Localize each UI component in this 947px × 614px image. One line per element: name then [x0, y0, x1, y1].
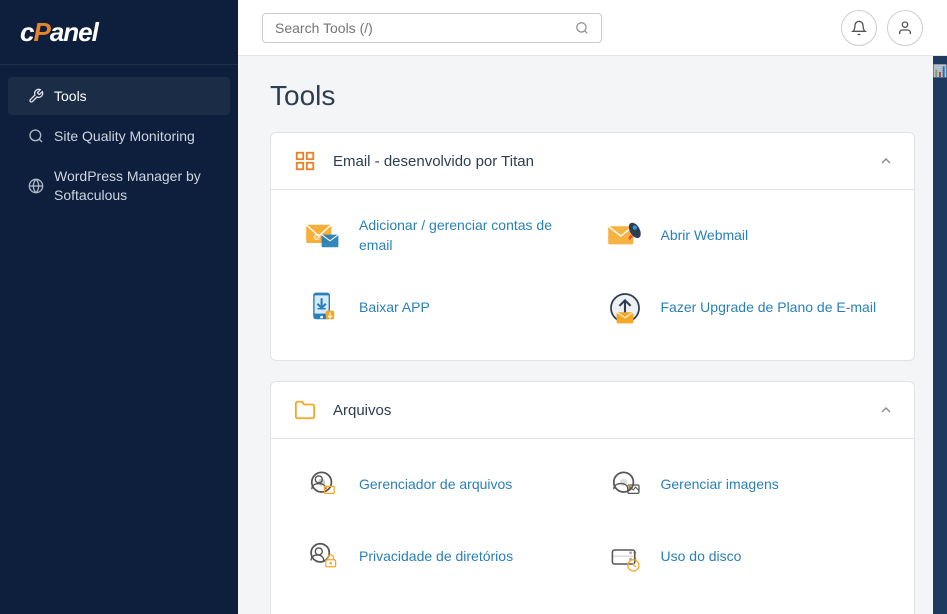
email-section-title: Email - desenvolvido por Titan: [333, 153, 534, 170]
email-section-toggle[interactable]: [878, 153, 894, 169]
arquivos-section-title: Arquivos: [333, 402, 391, 419]
add-email-icon: @: [301, 214, 345, 258]
logo-area: cPanel: [0, 0, 238, 65]
bar-chart-icon: 📊: [933, 64, 947, 78]
tool-add-email[interactable]: @ Adicionar / gerenciar contas de email: [291, 200, 593, 272]
arquivos-tools-grid: Gerenciador de arquivos: [271, 439, 914, 614]
search-bar[interactable]: [262, 13, 602, 43]
webmail-label: Abrir Webmail: [661, 226, 749, 246]
tool-images[interactable]: Gerenciar imagens: [593, 449, 895, 521]
tool-disk-usage[interactable]: Uso do disco: [593, 521, 895, 593]
sidebar: cPanel Tools Site Quality Monitoring: [0, 0, 238, 614]
email-section: Email - desenvolvido por Titan: [270, 132, 915, 361]
arquivos-section-icon: [291, 396, 319, 424]
email-section-header[interactable]: Email - desenvolvido por Titan: [271, 133, 914, 190]
sidebar-item-site-quality[interactable]: Site Quality Monitoring: [8, 117, 230, 155]
file-manager-label: Gerenciador de arquivos: [359, 475, 512, 495]
tool-baixar-app[interactable]: Baixar APP: [291, 272, 593, 344]
tool-ftp[interactable]: FTP Contas FTP: [593, 593, 895, 614]
cpanel-logo: cPanel: [20, 16, 98, 48]
sidebar-nav: Tools Site Quality Monitoring WordPress …: [0, 73, 238, 218]
search-input[interactable]: [275, 20, 567, 36]
web-disk-icon: [301, 607, 345, 614]
arquivos-section: Arquivos: [270, 381, 915, 614]
search-submit-button[interactable]: [575, 21, 589, 35]
tool-upgrade[interactable]: Fazer Upgrade de Plano de E-mail: [593, 272, 895, 344]
right-sidebar-bar: 📊: [933, 56, 947, 614]
user-menu-button[interactable]: [887, 10, 923, 46]
webmail-icon: [603, 214, 647, 258]
baixar-app-icon: [301, 286, 345, 330]
tool-dir-privacy[interactable]: Privacidade de diretórios: [291, 521, 593, 593]
dir-privacy-icon: [301, 535, 345, 579]
disk-usage-icon: [603, 535, 647, 579]
images-icon: [603, 463, 647, 507]
arquivos-section-toggle[interactable]: [878, 402, 894, 418]
notifications-button[interactable]: [841, 10, 877, 46]
file-manager-icon: [301, 463, 345, 507]
dir-privacy-label: Privacidade de diretórios: [359, 547, 513, 567]
page-title: Tools: [270, 80, 915, 112]
wordpress-icon: [28, 178, 44, 194]
tool-file-manager[interactable]: Gerenciador de arquivos: [291, 449, 593, 521]
site-quality-icon: [28, 128, 44, 144]
tools-icon: [28, 88, 44, 104]
upgrade-label: Fazer Upgrade de Plano de E-mail: [661, 298, 877, 318]
email-section-left: Email - desenvolvido por Titan: [291, 147, 534, 175]
images-label: Gerenciar imagens: [661, 475, 779, 495]
content-area: Tools Email - desenvolvido por Titan: [238, 56, 947, 614]
tool-web-disk[interactable]: Disco web: [291, 593, 593, 614]
svg-text:@: @: [313, 232, 321, 241]
tool-webmail[interactable]: Abrir Webmail: [593, 200, 895, 272]
baixar-app-label: Baixar APP: [359, 298, 430, 318]
sidebar-tools-label: Tools: [54, 87, 87, 105]
email-tools-grid: @ Adicionar / gerenciar contas de email: [271, 190, 914, 360]
sidebar-item-tools[interactable]: Tools: [8, 77, 230, 115]
upgrade-email-icon: [603, 286, 647, 330]
main-area: Tools Email - desenvolvido por Titan: [238, 0, 947, 614]
sidebar-item-wordpress[interactable]: WordPress Manager by Softaculous: [8, 157, 230, 213]
arquivos-section-header[interactable]: Arquivos: [271, 382, 914, 439]
arquivos-section-left: Arquivos: [291, 396, 391, 424]
disk-usage-label: Uso do disco: [661, 547, 742, 567]
header: [238, 0, 947, 56]
sidebar-site-quality-label: Site Quality Monitoring: [54, 127, 195, 145]
add-email-label: Adicionar / gerenciar contas de email: [359, 216, 583, 255]
ftp-icon: FTP: [603, 607, 647, 614]
sidebar-wordpress-label: WordPress Manager by Softaculous: [54, 167, 210, 203]
email-section-icon: [291, 147, 319, 175]
